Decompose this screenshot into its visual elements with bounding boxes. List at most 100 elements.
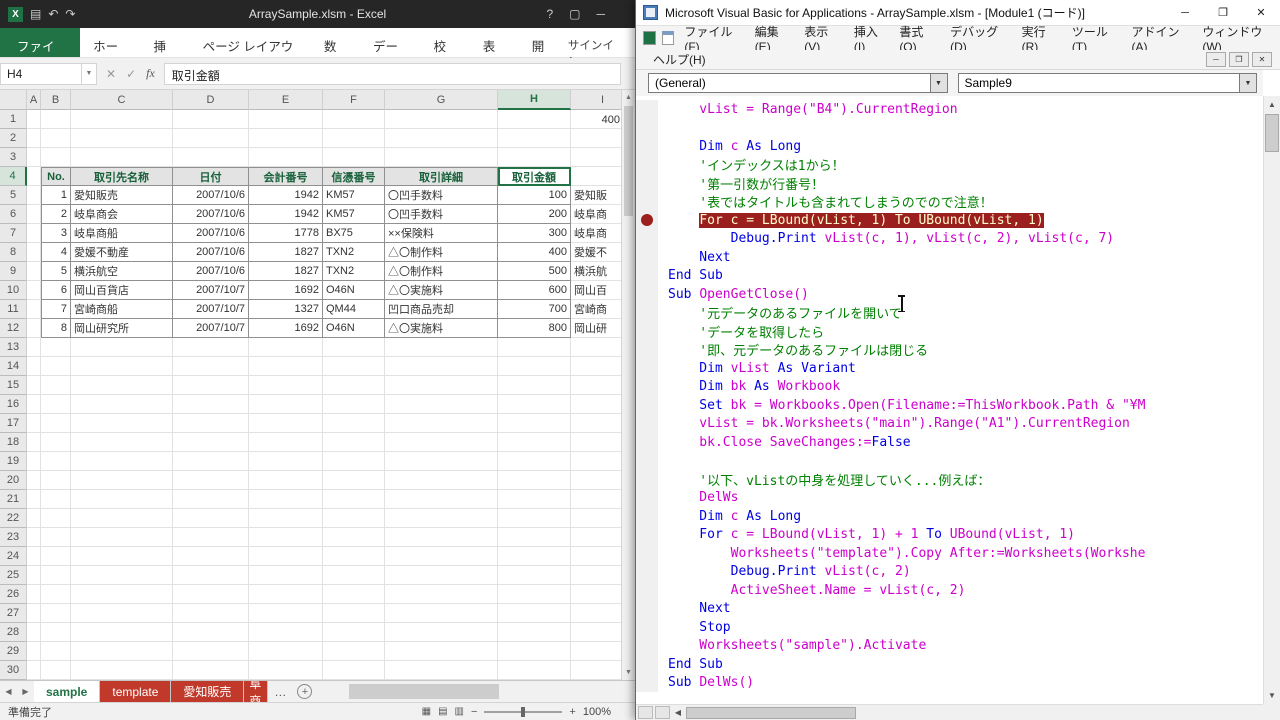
row-header-5[interactable]: 5 <box>0 186 27 205</box>
cell-I28[interactable] <box>571 623 621 642</box>
cell-A12[interactable] <box>27 319 41 338</box>
cell-D30[interactable] <box>173 661 249 680</box>
cell-D17[interactable] <box>173 414 249 433</box>
cell-G13[interactable] <box>385 338 498 357</box>
ribbon-tab-7[interactable]: 表示 <box>470 28 519 57</box>
cell-A21[interactable] <box>27 490 41 509</box>
row-header-29[interactable]: 29 <box>0 642 27 661</box>
cell-D15[interactable] <box>173 376 249 395</box>
cell-H2[interactable] <box>498 129 571 148</box>
cell-D6[interactable]: 2007/10/6 <box>173 205 249 224</box>
object-dropdown[interactable]: (General) ▼ <box>648 73 948 93</box>
row-header-24[interactable]: 24 <box>0 547 27 566</box>
code-text[interactable]: For c = LBound(vList, 1) + 1 To UBound(v… <box>658 527 1075 542</box>
ribbon-tab-4[interactable]: 数式 <box>311 28 360 57</box>
row-header-4[interactable]: 4 <box>0 167 27 186</box>
cell-G25[interactable] <box>385 566 498 585</box>
cell-G8[interactable]: △〇制作料 <box>385 243 498 262</box>
code-text[interactable]: Sub DelWs() <box>658 675 754 690</box>
code-margin[interactable] <box>636 248 658 267</box>
cell-E3[interactable] <box>249 148 323 167</box>
cell-F28[interactable] <box>323 623 385 642</box>
cell-E19[interactable] <box>249 452 323 471</box>
excel-app-icon[interactable]: X <box>8 7 23 22</box>
row-header-22[interactable]: 22 <box>0 509 27 528</box>
select-all-corner[interactable] <box>0 90 27 110</box>
cell-B11[interactable]: 7 <box>41 300 71 319</box>
code-text[interactable]: '以下、vListの中身を処理していく...例えば： <box>658 470 990 489</box>
cell-B22[interactable] <box>41 509 71 528</box>
code-text[interactable]: 'インデックスは1から！ <box>658 155 845 174</box>
code-margin[interactable] <box>636 452 658 471</box>
code-margin[interactable] <box>636 526 658 545</box>
cell-C9[interactable]: 横浜航空 <box>71 262 173 281</box>
vba-horizontal-scrollbar[interactable]: ◀ <box>636 704 1263 720</box>
add-sheet-button[interactable]: + <box>297 684 312 699</box>
cell-A24[interactable] <box>27 547 41 566</box>
code-margin[interactable] <box>636 137 658 156</box>
cell-F2[interactable] <box>323 129 385 148</box>
cell-C30[interactable] <box>71 661 173 680</box>
cell-F19[interactable] <box>323 452 385 471</box>
child-close-icon[interactable]: ✕ <box>1252 52 1272 67</box>
cell-E22[interactable] <box>249 509 323 528</box>
cell-H26[interactable] <box>498 585 571 604</box>
col-header-F[interactable]: F <box>323 90 385 110</box>
cell-F23[interactable] <box>323 528 385 547</box>
ribbon-tab-2[interactable]: 挿入 <box>140 28 189 57</box>
cell-D22[interactable] <box>173 509 249 528</box>
cell-I8[interactable]: 愛媛不 <box>571 243 621 262</box>
cell-H15[interactable] <box>498 376 571 395</box>
cell-H14[interactable] <box>498 357 571 376</box>
cell-A2[interactable] <box>27 129 41 148</box>
code-margin[interactable] <box>636 396 658 415</box>
cell-F7[interactable]: BX75 <box>323 224 385 243</box>
row-header-15[interactable]: 15 <box>0 376 27 395</box>
cell-F11[interactable]: QM44 <box>323 300 385 319</box>
code-margin[interactable] <box>636 415 658 434</box>
row-header-1[interactable]: 1 <box>0 110 27 129</box>
code-text[interactable]: Worksheets("template").Copy After:=Works… <box>658 546 1145 561</box>
cell-F5[interactable]: KM57 <box>323 186 385 205</box>
excel-horizontal-scrollbar[interactable] <box>319 681 633 702</box>
cell-D7[interactable]: 2007/10/6 <box>173 224 249 243</box>
cell-D5[interactable]: 2007/10/6 <box>173 186 249 205</box>
cell-B18[interactable] <box>41 433 71 452</box>
cell-H18[interactable] <box>498 433 571 452</box>
cell-B7[interactable]: 3 <box>41 224 71 243</box>
code-text[interactable]: For c = LBound(vList, 1) To UBound(vList… <box>658 213 1044 228</box>
cell-F25[interactable] <box>323 566 385 585</box>
cell-E13[interactable] <box>249 338 323 357</box>
cell-I25[interactable] <box>571 566 621 585</box>
cell-I24[interactable] <box>571 547 621 566</box>
cell-G12[interactable]: △〇実施料 <box>385 319 498 338</box>
zoom-out-button[interactable]: − <box>471 706 477 718</box>
cell-I16[interactable] <box>571 395 621 414</box>
cell-I17[interactable] <box>571 414 621 433</box>
col-header-H[interactable]: H <box>498 90 571 110</box>
child-minimize-icon[interactable]: ─ <box>1206 52 1226 67</box>
cell-G26[interactable] <box>385 585 498 604</box>
cell-A14[interactable] <box>27 357 41 376</box>
code-text[interactable]: Debug.Print vList(c, 1), vList(c, 2), vL… <box>658 231 1114 246</box>
vba-horizontal-scrollbar-thumb[interactable] <box>686 707 856 719</box>
cell-C19[interactable] <box>71 452 173 471</box>
cell-C21[interactable] <box>71 490 173 509</box>
cell-D12[interactable]: 2007/10/7 <box>173 319 249 338</box>
cell-I18[interactable] <box>571 433 621 452</box>
cell-I10[interactable]: 岡山百 <box>571 281 621 300</box>
cell-D9[interactable]: 2007/10/6 <box>173 262 249 281</box>
cell-B2[interactable] <box>41 129 71 148</box>
normal-view-icon[interactable]: ▦ <box>422 706 431 717</box>
cell-C3[interactable] <box>71 148 173 167</box>
name-box[interactable]: H4 <box>0 63 82 85</box>
code-text[interactable]: '元データのあるファイルを開いて <box>658 303 902 322</box>
cell-G24[interactable] <box>385 547 498 566</box>
cell-E23[interactable] <box>249 528 323 547</box>
vba-vertical-scrollbar-thumb[interactable] <box>1265 114 1279 152</box>
row-header-17[interactable]: 17 <box>0 414 27 433</box>
cell-E15[interactable] <box>249 376 323 395</box>
cell-C12[interactable]: 岡山研究所 <box>71 319 173 338</box>
cell-E25[interactable] <box>249 566 323 585</box>
split-view-button[interactable] <box>638 706 653 719</box>
